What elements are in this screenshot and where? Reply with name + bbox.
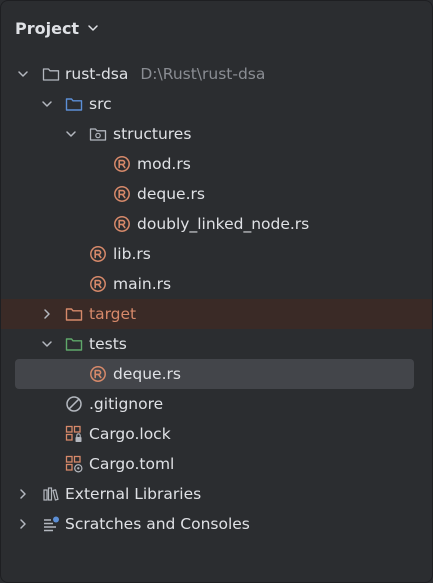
tree-item-label: mod.rs: [137, 155, 191, 173]
tree-item-label: doubly_linked_node.rs: [137, 215, 310, 233]
cargo-lock-icon: [65, 425, 82, 442]
tree-item-doubly-linked-node-rs[interactable]: doubly_linked_node.rs: [1, 209, 432, 239]
tree-item-src[interactable]: src: [1, 89, 432, 119]
tree-item-target[interactable]: target: [1, 299, 432, 329]
tree-item-label: deque.rs: [137, 185, 205, 203]
rust-file-icon: [90, 366, 106, 382]
chevron-down-icon[interactable]: [41, 98, 53, 110]
tree-item-main-rs[interactable]: main.rs: [1, 269, 432, 299]
tree-item-label: target: [89, 305, 137, 323]
tree-item-tests[interactable]: tests: [1, 329, 432, 359]
tree-item-label: .gitignore: [89, 395, 164, 413]
rust-file-icon: [114, 156, 130, 172]
tree-item-label: tests: [89, 335, 127, 353]
tree-item-label: deque.rs: [113, 365, 181, 383]
chevron-down-icon[interactable]: [65, 128, 77, 140]
tree-item-label: lib.rs: [113, 245, 151, 263]
chevron-right-icon[interactable]: [17, 518, 29, 530]
scratches-icon: [44, 516, 59, 532]
library-icon: [43, 487, 59, 501]
chevron-down-icon[interactable]: [17, 68, 29, 80]
tree-item-label: structures: [113, 125, 192, 143]
project-view-header[interactable]: Project: [15, 15, 99, 41]
rust-file-icon: [114, 186, 130, 202]
ignore-file-icon: [66, 396, 82, 412]
source-folder-icon: [65, 98, 83, 111]
tree-item-gitignore[interactable]: .gitignore: [1, 389, 432, 419]
tree-item-scratches-and-consoles[interactable]: Scratches and Consoles: [1, 509, 432, 539]
tree-item-label: Cargo.lock: [89, 425, 171, 443]
tree-item-label: Cargo.toml: [89, 455, 175, 473]
project-panel: Project rust-dsa D:\Rust\rust-dsa src st…: [0, 0, 433, 583]
test-folder-icon: [65, 338, 83, 351]
tree-item-label: main.rs: [113, 275, 172, 293]
chevron-right-icon[interactable]: [41, 308, 53, 320]
tree-item-rust-dsa[interactable]: rust-dsa D:\Rust\rust-dsa: [1, 59, 432, 89]
tree-item-structures[interactable]: structures: [1, 119, 432, 149]
module-folder-icon: [89, 128, 107, 141]
cargo-toml-icon: [65, 455, 83, 473]
tree-item-deque-rs-selected[interactable]: deque.rs: [15, 359, 414, 389]
tree-item-label: External Libraries: [65, 485, 202, 503]
rust-file-icon: [114, 216, 130, 232]
project-path: D:\Rust\rust-dsa: [140, 65, 266, 83]
tree-item-cargo-toml[interactable]: Cargo.toml: [1, 449, 432, 479]
folder-icon: [42, 68, 60, 81]
tree-item-deque-rs[interactable]: deque.rs: [1, 179, 432, 209]
chevron-right-icon[interactable]: [17, 488, 29, 500]
tree-item-cargo-lock[interactable]: Cargo.lock: [1, 419, 432, 449]
tree-item-label: rust-dsa: [65, 65, 129, 83]
tree-item-external-libraries[interactable]: External Libraries: [1, 479, 432, 509]
tree-item-mod-rs[interactable]: mod.rs: [1, 149, 432, 179]
chevron-down-icon[interactable]: [41, 338, 53, 350]
tree-item-label: Scratches and Consoles: [65, 515, 250, 533]
rust-file-icon: [90, 276, 106, 292]
rust-file-icon: [90, 246, 106, 262]
tree-item-label: src: [89, 95, 112, 113]
excluded-folder-icon: [65, 308, 83, 321]
panel-title: Project: [15, 18, 80, 38]
chevron-down-icon[interactable]: [87, 22, 99, 34]
tree-item-lib-rs[interactable]: lib.rs: [1, 239, 432, 269]
